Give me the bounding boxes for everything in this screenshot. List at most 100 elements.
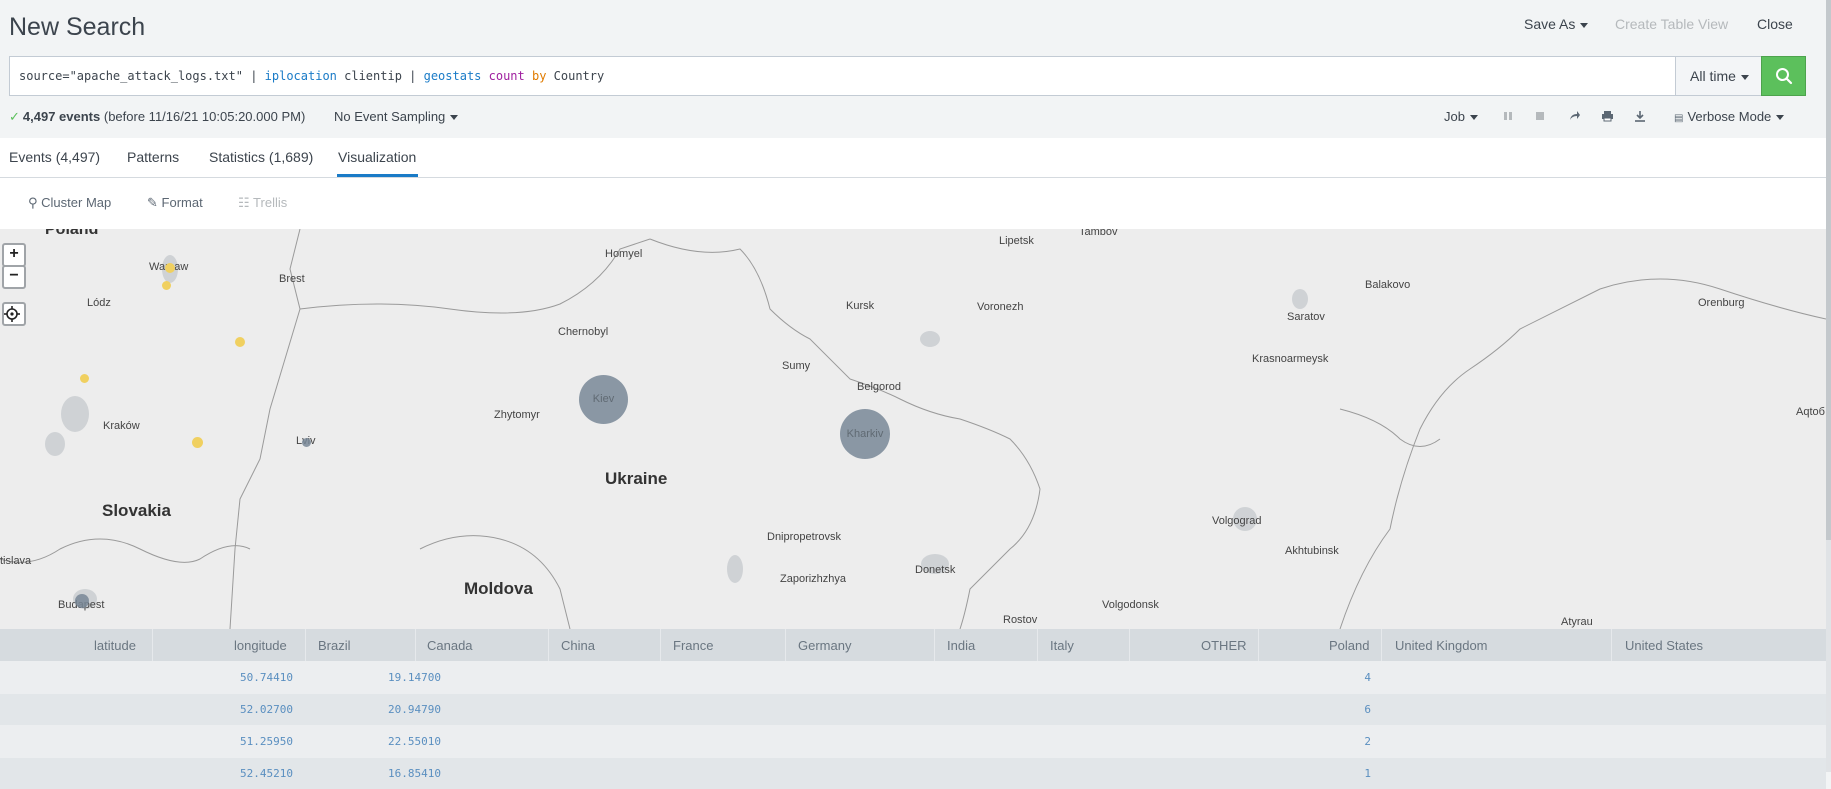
- table-row[interactable]: 52.02700 20.94790 6: [0, 693, 1826, 725]
- column-divider: [548, 629, 549, 661]
- active-tab-indicator: [337, 174, 418, 177]
- column-header-china[interactable]: China: [561, 638, 595, 653]
- cell-longitude: 19.14700: [388, 671, 441, 684]
- trellis-icon: ☷: [238, 195, 250, 210]
- column-divider: [305, 629, 306, 661]
- map-label-slovakia: Slovakia: [102, 501, 171, 520]
- events-count: ✓ 4,497 events (before 11/16/21 10:05:20.…: [9, 109, 305, 125]
- column-header-brazil[interactable]: Brazil: [318, 638, 351, 653]
- column-divider: [1258, 629, 1259, 661]
- sampling-label: No Event Sampling: [334, 109, 446, 124]
- table-header: latitude longitude Brazil Canada China F…: [0, 629, 1826, 661]
- cell-longitude: 16.85410: [388, 767, 441, 780]
- query-space: [481, 69, 488, 83]
- search-button[interactable]: [1761, 56, 1806, 96]
- tab-patterns[interactable]: Patterns: [127, 149, 179, 165]
- map-label-chernobyl: Chernobyl: [558, 326, 609, 338]
- map-label-tambov: Tambov: [1079, 229, 1118, 238]
- column-divider: [415, 629, 416, 661]
- search-input[interactable]: source="apache_attack_logs.txt" | iploca…: [9, 56, 1677, 96]
- time-range-label: All time: [1690, 68, 1736, 84]
- cluster-map-button[interactable]: ⚲ Cluster Map: [28, 195, 111, 211]
- column-header-france[interactable]: France: [673, 638, 713, 653]
- create-table-view-button[interactable]: Create Table View: [1615, 16, 1728, 32]
- cluster-marker[interactable]: Kiev: [579, 375, 628, 424]
- tab-visualization[interactable]: Visualization: [338, 149, 416, 165]
- query-command-geostats: geostats: [423, 69, 482, 83]
- zoom-in-button[interactable]: +: [2, 243, 26, 267]
- tab-events[interactable]: Events (4,497): [9, 149, 100, 165]
- stop-icon[interactable]: [1534, 110, 1548, 124]
- column-header-germany[interactable]: Germany: [798, 638, 851, 653]
- zoom-out-button[interactable]: −: [2, 265, 26, 289]
- map-label-saratov: Saratov: [1287, 311, 1325, 323]
- results-table: latitude longitude Brazil Canada China F…: [0, 629, 1826, 789]
- map-label-sumy: Sumy: [782, 360, 811, 372]
- format-button[interactable]: ✎ Format: [147, 195, 203, 211]
- search-icon: [1775, 68, 1792, 85]
- map-label-zaporizhzhya: Zaporizhzhya: [780, 573, 847, 585]
- map-label-volgodonsk: Volgodonsk: [1102, 599, 1159, 611]
- pause-icon[interactable]: [1502, 110, 1516, 124]
- map-label-krakow: Kraków: [103, 420, 140, 432]
- chevron-down-icon: [1740, 74, 1749, 80]
- tab-statistics[interactable]: Statistics (1,689): [209, 149, 313, 165]
- cluster-marker[interactable]: [302, 438, 311, 447]
- page-title: New Search: [9, 13, 146, 41]
- map-label-lipetsk: Lipetsk: [999, 235, 1034, 247]
- cluster-marker[interactable]: [162, 281, 171, 290]
- search-mode-dropdown[interactable]: ▤ Verbose Mode: [1674, 109, 1785, 124]
- map-label-moldova: Moldova: [464, 579, 533, 598]
- map-label-brest: Brest: [279, 273, 305, 285]
- column-header-italy[interactable]: Italy: [1050, 638, 1074, 653]
- query-space: [525, 69, 532, 83]
- cluster-marker[interactable]: [192, 437, 203, 448]
- trellis-label: Trellis: [253, 195, 288, 210]
- cluster-marker[interactable]: [235, 337, 245, 347]
- column-divider: [785, 629, 786, 661]
- column-header-latitude[interactable]: latitude: [94, 638, 136, 653]
- page-scrollbar-thumb[interactable]: [1826, 0, 1831, 540]
- column-header-other[interactable]: OTHER: [1201, 638, 1247, 653]
- column-header-india[interactable]: India: [947, 638, 975, 653]
- map-label-lodz: Lódz: [87, 297, 111, 309]
- table-row[interactable]: 52.45210 16.85410 1: [0, 757, 1826, 789]
- share-icon[interactable]: [1568, 110, 1582, 124]
- cell-longitude: 20.94790: [388, 703, 441, 716]
- column-header-canada[interactable]: Canada: [427, 638, 473, 653]
- column-header-united-states[interactable]: United States: [1625, 638, 1703, 653]
- table-row[interactable]: 51.25950 22.55010 2: [0, 725, 1826, 757]
- map-label-donetsk: Donetsk: [915, 564, 956, 576]
- visualization-toolbar: ⚲ Cluster Map ✎ Format ☷ Trellis: [0, 178, 1831, 229]
- cluster-marker[interactable]: Kharkiv: [840, 409, 890, 459]
- print-icon[interactable]: [1601, 110, 1615, 124]
- cluster-marker[interactable]: [165, 263, 175, 273]
- column-divider: [1381, 629, 1382, 661]
- column-header-longitude[interactable]: longitude: [234, 638, 287, 653]
- column-divider: [1037, 629, 1038, 661]
- event-sampling-dropdown[interactable]: No Event Sampling: [334, 109, 459, 124]
- recenter-button[interactable]: [2, 302, 26, 326]
- export-icon[interactable]: [1634, 110, 1648, 124]
- column-header-united-kingdom[interactable]: United Kingdom: [1395, 638, 1488, 653]
- time-range-picker[interactable]: All time: [1675, 56, 1762, 96]
- close-button[interactable]: Close: [1757, 16, 1793, 32]
- results-tabs: Events (4,497) Patterns Statistics (1,68…: [0, 138, 1831, 178]
- query-function-count: count: [488, 69, 525, 83]
- cluster-map[interactable]: + − Poland Warsaw Brest Lódz Kraków Lviv…: [0, 229, 1826, 629]
- cell-latitude: 51.25950: [240, 735, 293, 748]
- column-divider: [660, 629, 661, 661]
- map-label-krasnoarmeysk: Krasnoarmeysk: [1252, 353, 1329, 365]
- column-header-poland[interactable]: Poland: [1329, 638, 1369, 653]
- cluster-marker[interactable]: [80, 374, 89, 383]
- table-row[interactable]: 50.74410 19.14700 4: [0, 661, 1826, 693]
- save-as-label: Save As: [1524, 16, 1576, 32]
- map-pin-icon: ⚲: [28, 195, 38, 210]
- job-menu[interactable]: Job: [1444, 109, 1478, 124]
- cluster-marker[interactable]: [75, 594, 89, 608]
- trellis-button[interactable]: ☷ Trellis: [238, 195, 287, 211]
- search-mode-label: Verbose Mode: [1687, 109, 1772, 124]
- save-as-menu[interactable]: Save As: [1524, 16, 1589, 32]
- map-label-orenburg: Orenburg: [1698, 297, 1745, 309]
- page-header: New Search Save As Create Table View Clo…: [0, 0, 1831, 56]
